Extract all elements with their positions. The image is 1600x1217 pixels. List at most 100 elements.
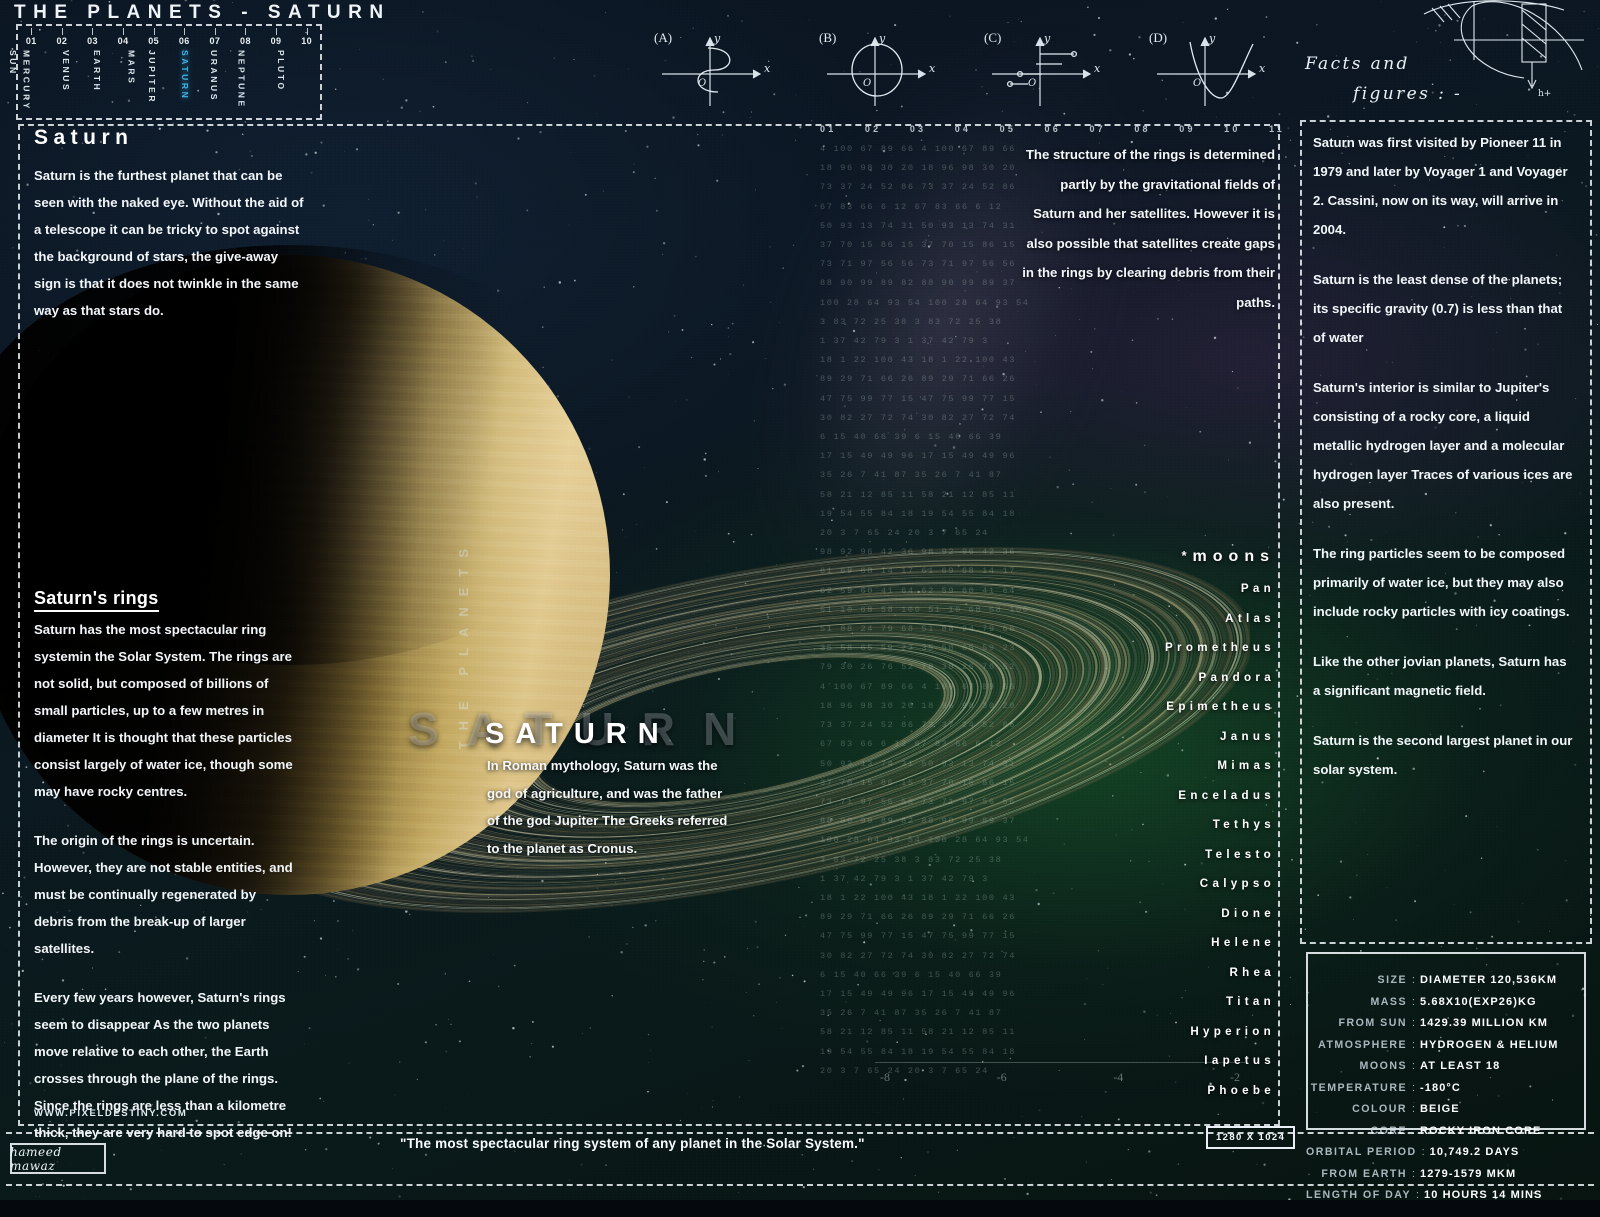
nav-label: URANUS — [209, 50, 219, 102]
ruler-tick: 08 — [1134, 124, 1150, 134]
axis-tick: -8 — [880, 1070, 890, 1085]
rings-heading: Saturn's rings — [34, 588, 159, 612]
moon-item: Phoebe — [1000, 1076, 1275, 1106]
spec-key: TEMPERATURE — [1311, 1078, 1407, 1100]
spec-row: LENGTH OF DAY:10 HOURS 14 MINS — [1306, 1185, 1572, 1207]
nav-label: EARTH — [92, 50, 102, 92]
svg-text:y: y — [1208, 32, 1216, 45]
nav-number: 08 — [240, 36, 251, 46]
moon-item: Tethys — [1000, 810, 1275, 840]
moon-item: Iapetus — [1000, 1046, 1275, 1076]
fact-paragraph: Saturn is the second largest planet in o… — [1313, 726, 1575, 784]
moon-item: Enceladus — [1000, 781, 1275, 811]
page-title: THE PLANETS - SATURN — [14, 2, 391, 24]
spec-key: ORBITAL PERIOD — [1306, 1142, 1417, 1164]
nav-number: 07 — [209, 36, 220, 46]
nav-label: MARS — [126, 50, 136, 85]
intro-paragraph: Saturn is the furthest planet that can b… — [34, 162, 306, 324]
nav-number: 06 — [179, 36, 190, 46]
nav-number: 01 — [26, 36, 37, 46]
nav-number: 09 — [271, 36, 282, 46]
fact-paragraph: Saturn was first visited by Pioneer 11 i… — [1313, 128, 1575, 244]
ruler-tick: 05 — [1000, 124, 1016, 134]
nav-tick-icon — [215, 28, 216, 35]
nav-number: 10 — [301, 36, 312, 46]
moon-item: Titan — [1000, 987, 1275, 1017]
spec-value: 5.68X10(EXP26)KG — [1420, 992, 1572, 1014]
ruler-tick: 01 — [820, 124, 836, 134]
ruler-tick: 11 — [1269, 124, 1285, 134]
spec-row: COLOUR:BEIGE — [1306, 1099, 1572, 1121]
footer-quote: "The most spectacular ring system of any… — [400, 1136, 865, 1151]
graph-b: (B)xyO — [805, 28, 970, 112]
facts-heading-line1: Facts and — [1305, 54, 1410, 74]
nav-label: JUPITER — [147, 50, 157, 104]
svg-text:y: y — [1043, 32, 1051, 45]
spec-separator: : — [1407, 1164, 1420, 1186]
moons-list: PanAtlasPrometheusPandoraEpimetheusJanus… — [1000, 574, 1275, 1105]
ruler-tick: 07 — [1089, 124, 1105, 134]
moon-item: Rhea — [1000, 958, 1275, 988]
moon-item: Helene — [1000, 928, 1275, 958]
rings-text-column: Saturn's rings Saturn has the most spect… — [34, 588, 296, 1146]
moon-item: Hyperion — [1000, 1017, 1275, 1047]
graph-label: (B) — [819, 30, 836, 46]
svg-text:y: y — [878, 32, 886, 45]
section-title-saturn: Saturn — [34, 126, 306, 150]
nav-tick-icon — [307, 28, 308, 35]
ruler-tick: 03 — [910, 124, 926, 134]
spec-value: 1429.39 MILLION KM — [1420, 1013, 1572, 1035]
moon-item: Telesto — [1000, 840, 1275, 870]
spec-key: ATMOSPHERE — [1318, 1035, 1407, 1057]
graph-label: (D) — [1149, 30, 1167, 46]
spec-row: SIZE:DIAMETER 120,536KM — [1306, 970, 1572, 992]
nav-label: SUN — [8, 50, 18, 76]
website-url[interactable]: WWW.PIXELDESTINY.COM — [34, 1108, 187, 1119]
nav-tick-icon — [245, 28, 246, 35]
nav-number: 04 — [118, 36, 129, 46]
spec-row: FROM SUN:1429.39 MILLION KM — [1306, 1013, 1572, 1035]
asterisk-icon: * — [1181, 548, 1192, 563]
spec-key: MOONS — [1360, 1056, 1408, 1078]
svg-text:h+: h+ — [1538, 89, 1551, 99]
graph-label: (A) — [654, 30, 672, 46]
spec-key: MASS — [1370, 992, 1407, 1014]
spec-key: FROM SUN — [1339, 1013, 1408, 1035]
spec-separator: : — [1407, 1078, 1420, 1100]
rings-paragraph-1: Saturn has the most spectacular ring sys… — [34, 616, 296, 805]
moon-item: Dione — [1000, 899, 1275, 929]
svg-text:x: x — [1259, 62, 1266, 75]
spec-key: FROM EARTH — [1321, 1164, 1407, 1186]
spec-value: 1279-1579 MKM — [1420, 1164, 1572, 1186]
svg-text:y: y — [713, 32, 721, 45]
nav-number: 05 — [148, 36, 159, 46]
spec-separator: : — [1407, 1099, 1420, 1121]
spec-row: FROM EARTH:1279-1579 MKM — [1306, 1164, 1572, 1186]
graph-d: (D)xyO — [1135, 28, 1300, 112]
spec-value: 10,749.2 DAYS — [1430, 1142, 1572, 1164]
svg-text:O: O — [863, 78, 871, 89]
spec-row: MOONS:AT LEAST 18 — [1306, 1056, 1572, 1078]
moon-item: Mimas — [1000, 751, 1275, 781]
nav-tick-icon — [154, 28, 155, 35]
spec-separator: : — [1407, 970, 1420, 992]
left-text-column: Saturn Saturn is the furthest planet tha… — [34, 126, 306, 346]
spec-value: -180°C — [1420, 1078, 1572, 1100]
mythology-paragraph: In Roman mythology, Saturn was the god o… — [487, 752, 737, 862]
nav-item-pluto[interactable]: 10PLUTO — [291, 26, 322, 122]
planet-nav[interactable]: 01SUN02MERCURY03VENUS04EARTH05MARS06JUPI… — [16, 26, 322, 122]
spec-separator: : — [1411, 1185, 1424, 1207]
spec-row: ORBITAL PERIOD:10,749.2 DAYS — [1306, 1142, 1572, 1164]
center-saturn-title: SATURN — [485, 718, 670, 751]
spec-separator: : — [1407, 1121, 1420, 1143]
matrix-ruler: 0102030405060708091011 — [820, 124, 1285, 134]
spec-row: TEMPERATURE:-180°C — [1306, 1078, 1572, 1100]
nav-label: VENUS — [61, 50, 71, 92]
moons-section: *moons PanAtlasPrometheusPandoraEpimethe… — [1000, 548, 1275, 1105]
resolution-badge: 1280 X 1024 — [1206, 1126, 1295, 1149]
spec-key: CORE — [1370, 1121, 1407, 1143]
spec-row: CORE:ROCKY IRON CORE — [1306, 1121, 1572, 1143]
graph-a: (A)xyO — [640, 28, 805, 112]
svg-text:x: x — [764, 62, 771, 75]
fact-paragraph: Like the other jovian planets, Saturn ha… — [1313, 647, 1575, 705]
